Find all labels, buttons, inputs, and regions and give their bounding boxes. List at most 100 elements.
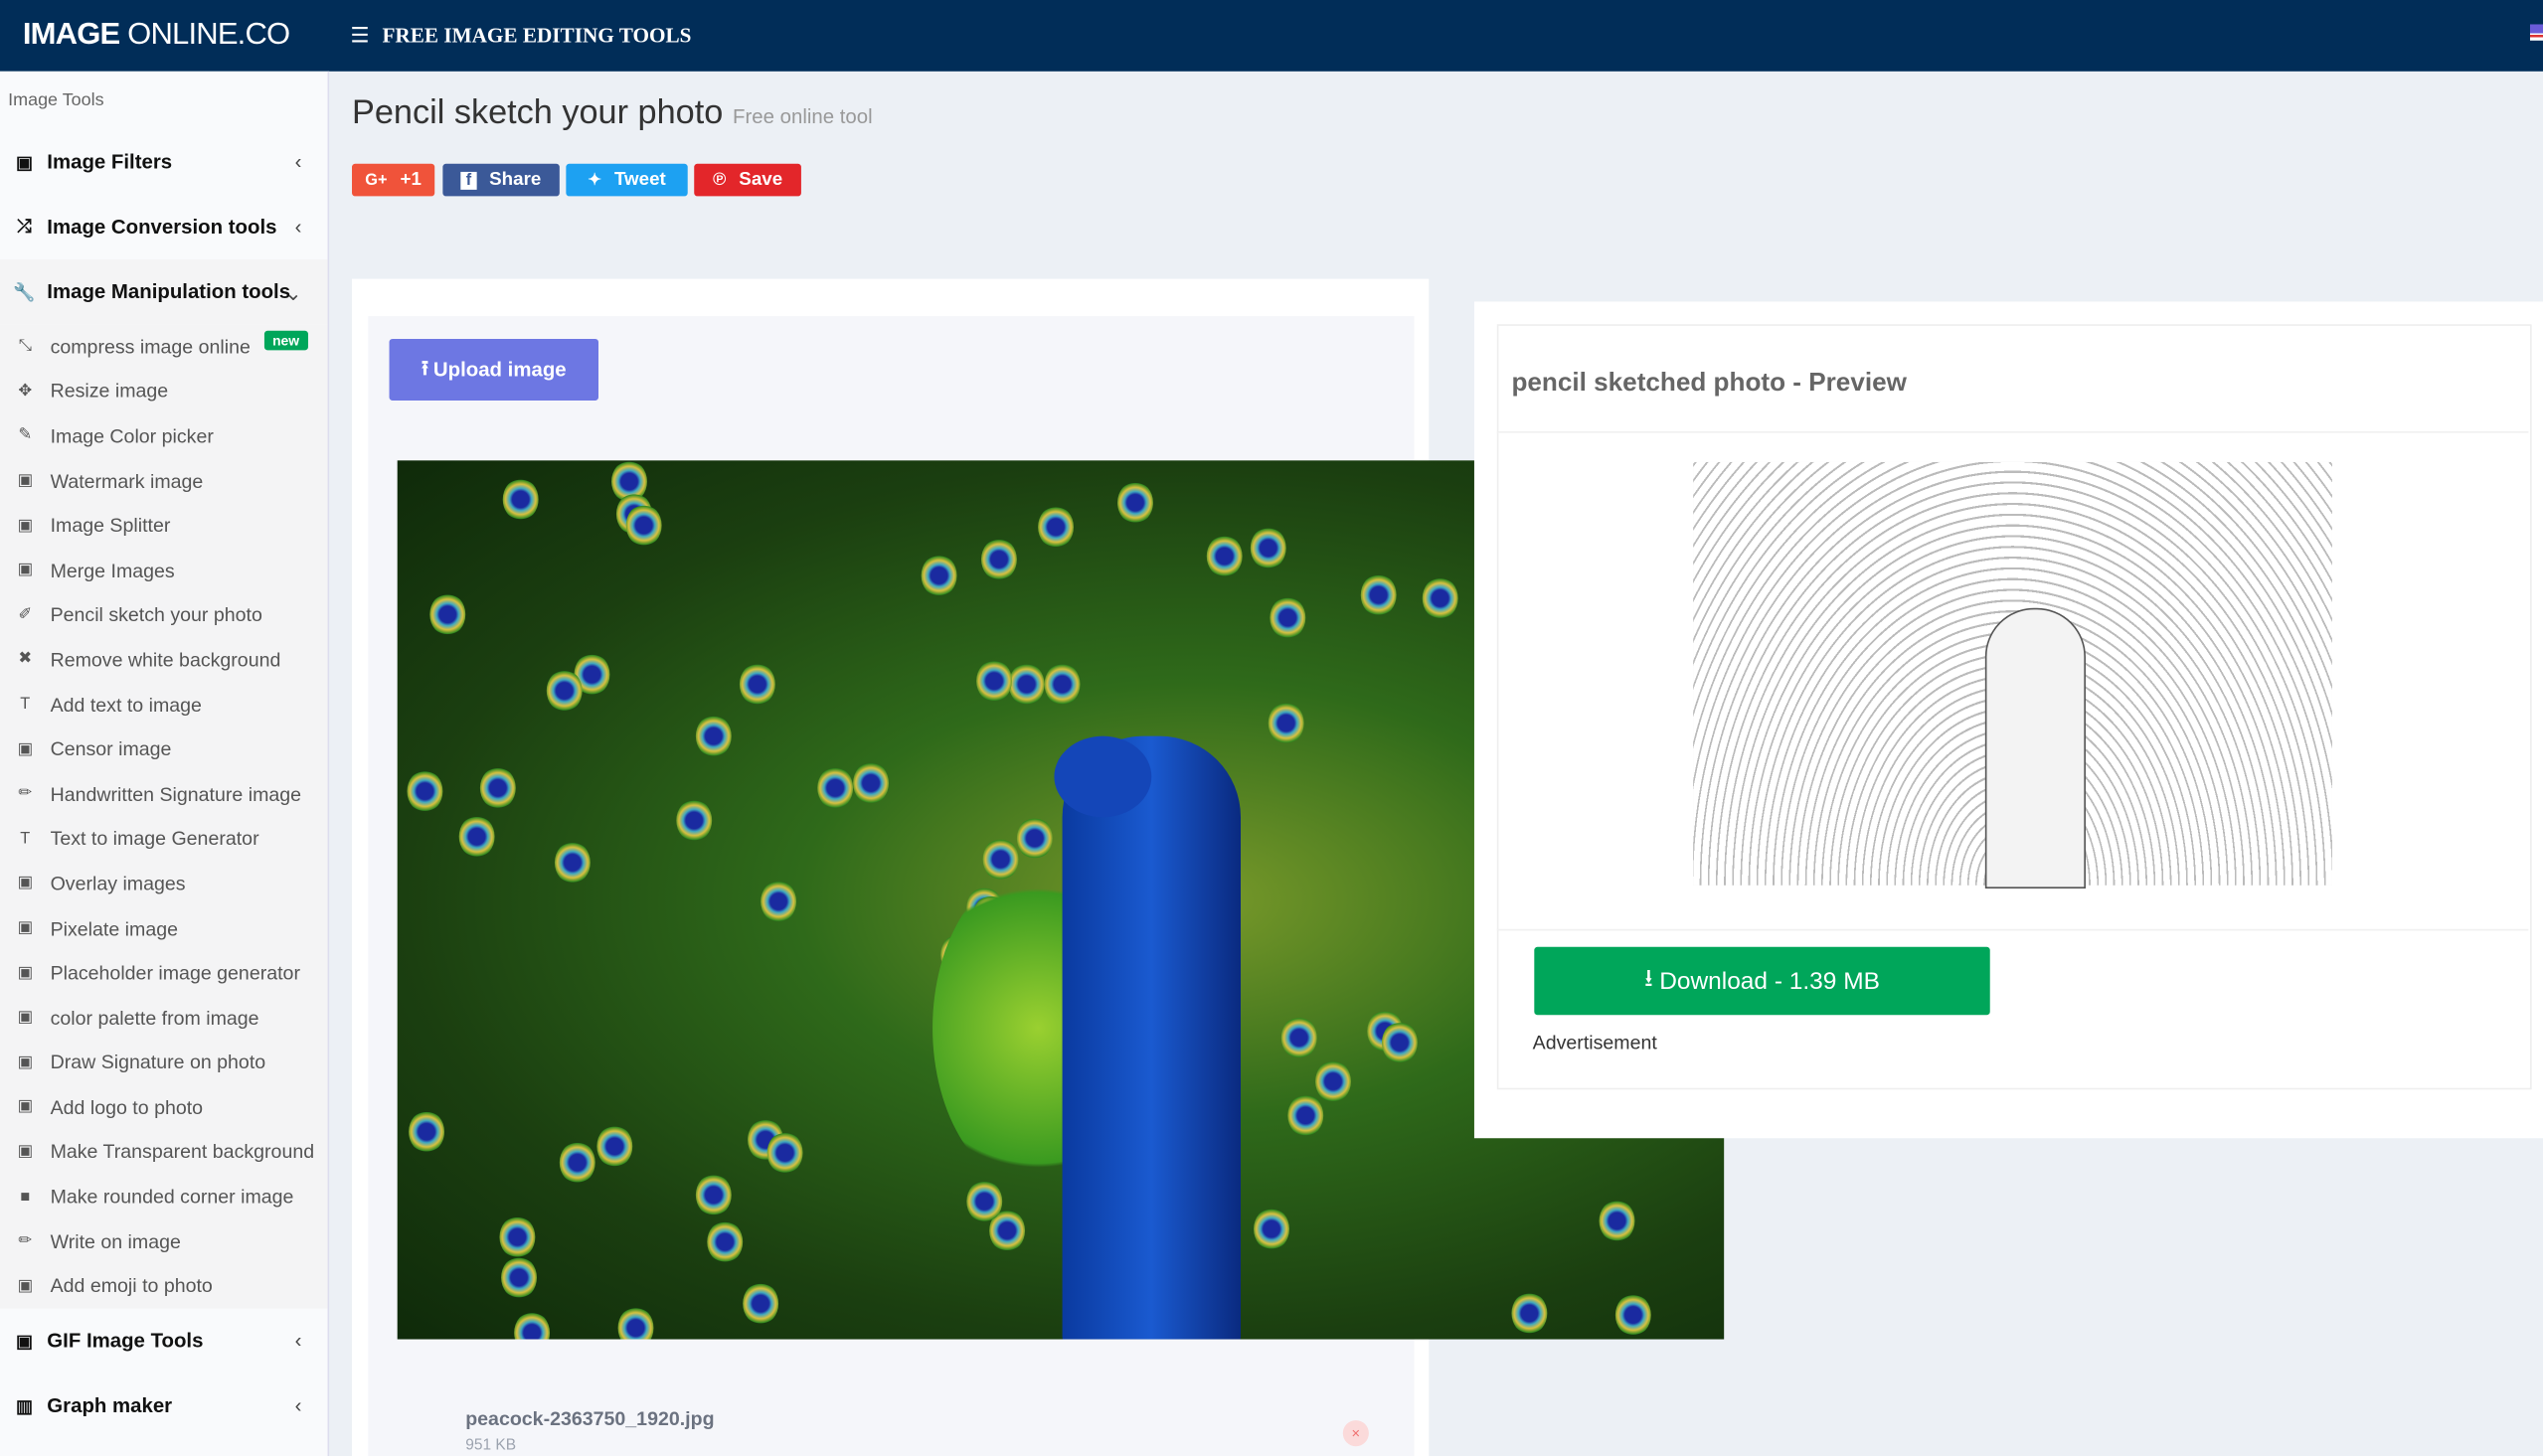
sidebar-item-resize-image[interactable]: ✥ Resize image <box>0 369 328 413</box>
sidebar-item-compress-image-online[interactable]: ⤡ compress image online new <box>0 324 328 369</box>
sidebar-item-make-rounded-corner-image[interactable]: ■ Make rounded corner image <box>0 1175 328 1219</box>
sidebar-item-overlay-images[interactable]: ▣ Overlay images <box>0 861 328 905</box>
google-plus-button[interactable]: G+ +1 <box>352 163 435 197</box>
sidebar-item-image-splitter[interactable]: ▣ Image Splitter <box>0 503 328 548</box>
item-label: Pencil sketch your photo <box>50 603 262 627</box>
item-label: Resize image <box>50 380 169 404</box>
feather-eye <box>554 842 591 885</box>
manipulation-tools-list: ⤡ compress image online new ✥ Resize image ✎ I… <box>0 324 328 1309</box>
download-button[interactable]: ⭳ Download - 1.39 MB <box>1534 946 1990 1016</box>
download-icon: ⭳ <box>1644 963 1653 992</box>
feather-eye <box>1008 663 1044 706</box>
sidebar-item-add-text-to-image[interactable]: T Add text to image <box>0 682 328 727</box>
sidebar-item-remove-white-background[interactable]: ✖ Remove white background <box>0 637 328 682</box>
section-label: Graph maker <box>47 1394 173 1417</box>
gplus-label: +1 <box>400 170 422 190</box>
feather-eye <box>428 592 465 636</box>
feather-eye <box>975 660 1012 703</box>
sidebar-item-image-color-picker[interactable]: ✎ Image Color picker <box>0 413 328 458</box>
image-icon: ▣ <box>17 1277 33 1296</box>
feather-eye <box>480 765 517 809</box>
item-label: Watermark image <box>50 469 204 493</box>
square-icon: ■ <box>20 1188 31 1207</box>
feather-eye <box>406 769 442 812</box>
sidebar: Image Tools ▣ Image Filters ‹ ⤮ Image Conver… <box>0 71 330 1456</box>
pinterest-save-button[interactable]: ℗ Save <box>694 163 801 197</box>
image-icon: ▣ <box>17 471 33 490</box>
sidebar-section-image-conversion-tools[interactable]: ⤮ Image Conversion tools ‹ <box>0 195 328 259</box>
page-title: Pencil sketch your photo Free online tool <box>352 94 873 133</box>
title-text: Pencil sketch your photo <box>352 93 724 132</box>
page-subtitle: Free online tool <box>733 105 873 128</box>
feather-eye <box>853 760 890 804</box>
edit-icon: ✐ <box>18 605 33 624</box>
feather-eye <box>695 1174 732 1216</box>
wrench-icon: 🔧 <box>13 282 36 303</box>
sidebar-item-merge-images[interactable]: ▣ Merge Images <box>0 548 328 592</box>
sidebar-item-watermark-image[interactable]: ▣ Watermark image <box>0 458 328 503</box>
remove-file-icon[interactable]: × <box>1342 1420 1369 1447</box>
image-icon: ▣ <box>17 1053 33 1072</box>
sidebar-section-graph-maker[interactable]: ▥ Graph maker ‹ <box>0 1374 328 1438</box>
image-icon: ▣ <box>17 1143 33 1162</box>
feather-eye <box>740 663 776 707</box>
image-icon: ▣ <box>17 919 33 937</box>
logo-rest: ONLINE.CO <box>119 17 290 53</box>
hamburger-icon: ☰ <box>350 24 370 49</box>
sidebar-item-pixelate-image[interactable]: ▣ Pixelate image <box>0 905 328 950</box>
sidebar-item-handwritten-signature-image[interactable]: ✏ Handwritten Signature image <box>0 771 328 816</box>
feather-eye <box>625 503 662 547</box>
x-icon: ✖ <box>18 650 33 669</box>
chevron-down-icon: ⌄ <box>284 281 302 304</box>
sidebar-item-make-transparent-background[interactable]: ▣ Make Transparent background <box>0 1130 328 1175</box>
image-icon: ▣ <box>17 1098 33 1117</box>
chevron-left-icon: ‹ <box>294 215 302 239</box>
item-label: Add emoji to photo <box>50 1274 213 1298</box>
arrows-icon: ✥ <box>18 382 33 401</box>
item-label: Image Splitter <box>50 514 171 538</box>
sidebar-heading: Image Tools <box>8 90 104 110</box>
site-logo[interactable]: IMAGE ONLINE.CO <box>23 18 290 54</box>
sidebar-item-color-palette-from-image[interactable]: ▣ color palette from image <box>0 996 328 1041</box>
item-label: compress image online <box>50 335 251 359</box>
text-icon: T <box>20 829 31 848</box>
text-icon: T <box>20 695 31 714</box>
image-icon: ▣ <box>17 1009 33 1028</box>
item-label: Placeholder image generator <box>50 961 300 985</box>
tools-menu-toggle[interactable]: ☰ FREE IMAGE EDITING TOOLS <box>350 23 691 49</box>
upload-image-button[interactable]: ⭱ Upload image <box>389 338 598 401</box>
file-size: 951 KB <box>465 1436 517 1455</box>
sidebar-item-placeholder-image-generator[interactable]: ▣ Placeholder image generator <box>0 951 328 996</box>
sidebar-item-text-to-image-generator[interactable]: T Text to image Generator <box>0 816 328 861</box>
facebook-share-button[interactable]: f Share <box>442 163 560 197</box>
item-label: Write on image <box>50 1229 181 1253</box>
sidebar-section-gif-image-tools[interactable]: ▣ GIF Image Tools ‹ <box>0 1309 328 1374</box>
sidebar-item-add-logo-to-photo[interactable]: ▣ Add logo to photo <box>0 1085 328 1130</box>
sidebar-item-pencil-sketch-your-photo[interactable]: ✐ Pencil sketch your photo <box>0 592 328 637</box>
feather-eye <box>596 1124 633 1167</box>
sidebar-section-image-filters[interactable]: ▣ Image Filters ‹ <box>0 130 328 195</box>
feather-eye <box>817 767 853 810</box>
sidebar-section-image-manipulation-tools[interactable]: 🔧 Image Manipulation tools ⌄ <box>0 259 328 325</box>
feather-eye <box>921 554 957 596</box>
sidebar-item-draw-signature-on-photo[interactable]: ▣ Draw Signature on photo <box>0 1041 328 1085</box>
feather-eye <box>559 1142 595 1185</box>
feather-eye <box>458 814 495 858</box>
tweet-button[interactable]: ✦ Tweet <box>566 163 688 197</box>
feather-eye <box>513 1311 550 1340</box>
sidebar-item-add-emoji-to-photo[interactable]: ▣ Add emoji to photo <box>0 1264 328 1309</box>
feather-eye <box>1269 595 1305 639</box>
image-icon: ▣ <box>17 964 33 982</box>
us-flag-icon[interactable] <box>2529 24 2543 41</box>
feather-eye <box>1207 534 1243 577</box>
shuffle-icon: ⤮ <box>17 216 32 237</box>
feather-eye <box>408 1110 444 1153</box>
facebook-icon: f <box>460 171 477 190</box>
feather-eye <box>765 1131 802 1175</box>
sidebar-item-censor-image[interactable]: ▣ Censor image <box>0 727 328 771</box>
feather-eye <box>1423 577 1459 620</box>
feather-eye <box>1600 1200 1636 1242</box>
sidebar-item-write-on-image[interactable]: ✏ Write on image <box>0 1219 328 1264</box>
feather-eye <box>760 880 796 922</box>
file-name: peacock-2363750_1920.jpg <box>465 1407 715 1430</box>
